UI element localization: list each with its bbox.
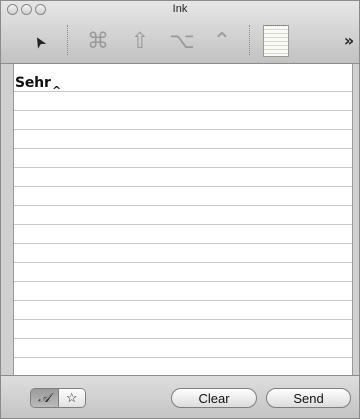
insertion-caret: ^ — [52, 84, 62, 97]
ink-window: Ink ➤ ⌘ ⇧ ⌥ ⌃ » Sehr ^ 𝒜 ☆ Clear Send — [0, 0, 360, 419]
command-key-icon[interactable]: ⌘ — [83, 26, 113, 56]
option-key-icon[interactable]: ⌥ — [167, 26, 197, 56]
toolbar-separator — [249, 25, 251, 55]
control-key-icon[interactable]: ⌃ — [207, 26, 237, 56]
script-mode-icon[interactable]: 𝒜 — [31, 389, 58, 407]
toolbar: ➤ ⌘ ⇧ ⌥ ⌃ » — [1, 21, 359, 59]
pointer-icon[interactable]: ➤ — [25, 27, 55, 57]
ink-text: Sehr — [15, 75, 51, 91]
notepad-icon[interactable] — [263, 25, 289, 57]
input-mode-toggle[interactable]: 𝒜 ☆ — [30, 388, 86, 408]
star-mode-icon[interactable]: ☆ — [57, 389, 85, 407]
toolbar-separator — [67, 25, 69, 55]
bottom-bar: 𝒜 ☆ Clear Send — [1, 375, 359, 418]
more-icon[interactable]: » — [339, 29, 359, 51]
title-bar: Ink ➤ ⌘ ⇧ ⌥ ⌃ » — [1, 1, 359, 64]
ink-writing-area[interactable]: Sehr ^ — [13, 64, 353, 378]
shift-key-icon[interactable]: ⇧ — [125, 26, 155, 56]
send-button[interactable]: Send — [266, 388, 351, 408]
clear-button[interactable]: Clear — [171, 388, 257, 408]
window-title: Ink — [172, 3, 188, 15]
